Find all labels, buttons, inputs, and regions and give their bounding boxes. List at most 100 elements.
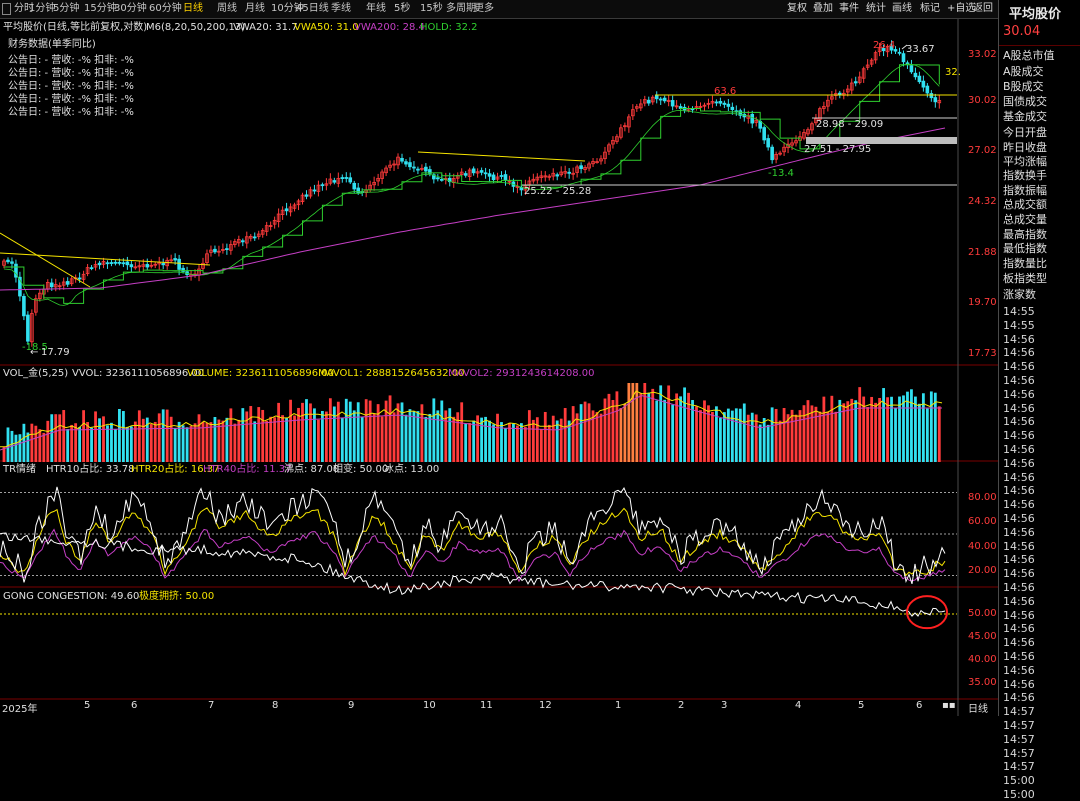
- volume-bar: [734, 408, 738, 462]
- volume-bar: [452, 416, 456, 462]
- mavol1-label: MAVOL1: 2888152645632.00: [318, 368, 465, 379]
- toolbar-button[interactable]: 叠加: [813, 2, 833, 16]
- volume-bar: [929, 391, 933, 462]
- volume-bar: [715, 406, 718, 462]
- candle-body: [662, 97, 667, 102]
- quote-item: A股成交: [1003, 65, 1044, 78]
- tr-axis-label: 20.00: [968, 565, 997, 576]
- period-tab[interactable]: 15秒: [420, 2, 443, 16]
- volume-bar: [711, 411, 714, 462]
- volume-bar: [539, 429, 543, 462]
- period-tab[interactable]: 60分钟: [149, 2, 182, 16]
- candle-body: [121, 262, 126, 265]
- volume-bar: [317, 419, 320, 462]
- volume-bar: [50, 414, 54, 462]
- candle-body: [718, 101, 723, 104]
- x-axis-label: 6: [916, 700, 923, 711]
- period-tab[interactable]: 年线: [366, 2, 386, 16]
- toolbar-button[interactable]: 复权: [787, 2, 807, 16]
- candle-body: [654, 95, 659, 100]
- volume-bar: [253, 421, 257, 462]
- tr-axis-label: 40.00: [968, 541, 997, 552]
- low-annotation: -13.4: [768, 168, 794, 179]
- volume-bar: [157, 413, 161, 462]
- candle-body: [722, 102, 727, 105]
- volume-bar: [332, 406, 336, 462]
- period-tab[interactable]: 1分钟: [29, 2, 55, 16]
- volume-bar: [189, 425, 193, 462]
- toolbar-button[interactable]: +自选: [947, 2, 975, 16]
- tick-time: 14:56: [1003, 677, 1035, 691]
- period-tab[interactable]: 月线: [245, 2, 265, 16]
- volume-bar: [563, 408, 567, 462]
- volume-bar: [806, 400, 810, 462]
- tick-time: 14:56: [1003, 525, 1035, 539]
- x-axis-label: 5: [84, 700, 91, 711]
- candle-body: [213, 248, 217, 253]
- volume-bar: [587, 403, 591, 462]
- volume-bar: [460, 402, 464, 462]
- toolbar-button[interactable]: 统计: [866, 2, 886, 16]
- period-tab[interactable]: 更多: [474, 2, 494, 16]
- period-tab[interactable]: 15分钟: [84, 2, 117, 16]
- candle-body: [933, 97, 938, 103]
- x-axis-label: 4: [795, 700, 802, 711]
- volume-bar: [599, 413, 603, 462]
- volume-bar: [74, 423, 78, 462]
- vwa50-label: VWA50: 31.0: [294, 22, 359, 33]
- volume-bar: [527, 410, 531, 462]
- volume-bar: [153, 421, 157, 462]
- volume-bar: [86, 422, 89, 462]
- period-tab[interactable]: 5分钟: [53, 2, 79, 16]
- volume-bar: [313, 408, 316, 462]
- candle-body: [49, 282, 54, 288]
- volume-bar: [937, 406, 941, 462]
- candle-body: [408, 162, 412, 168]
- window-icon[interactable]: [2, 3, 11, 15]
- volume-bar: [281, 415, 284, 462]
- candle-body: [491, 174, 496, 181]
- period-tab[interactable]: 多周期: [446, 2, 476, 16]
- period-tab[interactable]: 日线: [183, 2, 203, 16]
- toolbar-button[interactable]: 返回: [973, 2, 993, 16]
- toolbar-button[interactable]: 画线: [892, 2, 912, 16]
- tick-time: 14:56: [1003, 622, 1035, 636]
- financial-row: 公告日: - 营收: -% 扣非: -%: [8, 81, 134, 92]
- period-tab[interactable]: 30分钟: [114, 2, 147, 16]
- period-tab[interactable]: 周线: [217, 2, 237, 16]
- period-tab[interactable]: 45日线: [296, 2, 329, 16]
- x-axis-label: 12: [539, 700, 552, 711]
- bottom-tab-daily[interactable]: 日线: [968, 700, 988, 716]
- toolbar-button[interactable]: 事件: [839, 2, 859, 16]
- period-tab[interactable]: 季线: [331, 2, 351, 16]
- x-axis-label: 7: [208, 700, 215, 711]
- divider: [999, 45, 1080, 46]
- toolbar-button[interactable]: 标记: [920, 2, 940, 16]
- more-icon[interactable]: ▪▪: [942, 700, 956, 716]
- candle-body: [416, 168, 420, 171]
- tick-time: 14:56: [1003, 484, 1035, 498]
- volume-bar: [388, 395, 392, 462]
- volume-bar: [118, 408, 121, 462]
- volume-bar: [42, 432, 46, 462]
- arrow-left-icon: ←: [30, 347, 39, 358]
- volume-bar: [579, 404, 583, 462]
- volume-bar: [110, 422, 113, 462]
- candle-body: [177, 258, 181, 270]
- tick-time: 14:56: [1003, 553, 1035, 567]
- volume-bar: [798, 410, 802, 462]
- volume-bar: [185, 427, 189, 462]
- volume-bar: [265, 420, 269, 462]
- volume-bar: [810, 405, 814, 462]
- volume-bar: [826, 411, 830, 462]
- tick-time: 14:55: [1003, 305, 1035, 318]
- candle-body: [646, 99, 651, 104]
- period-tab[interactable]: 5秒: [394, 2, 410, 16]
- candle-body: [400, 157, 404, 162]
- gong-axis-label: 50.00: [968, 608, 997, 619]
- candle-body: [252, 236, 257, 239]
- candle-body: [304, 194, 309, 197]
- candle-body: [579, 165, 583, 170]
- candle-body: [161, 263, 166, 266]
- candle-body: [766, 138, 770, 148]
